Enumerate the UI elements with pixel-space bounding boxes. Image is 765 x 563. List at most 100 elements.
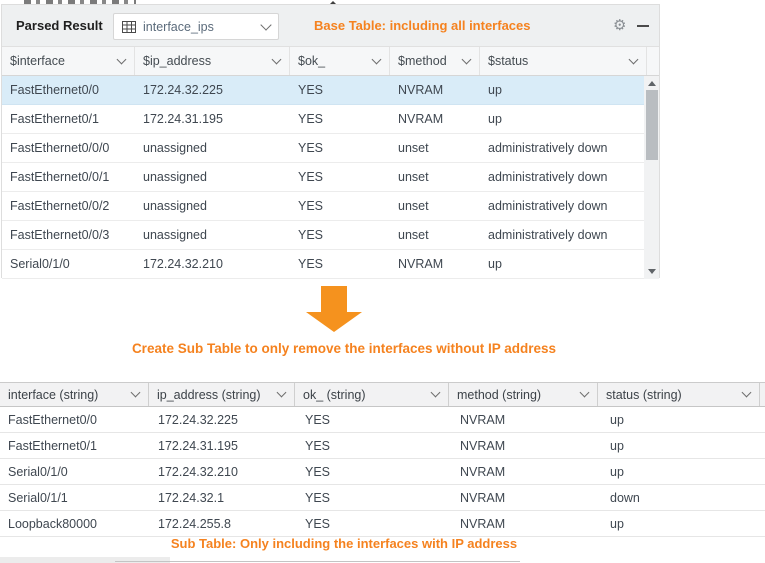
- table-row[interactable]: FastEthernet0/0/1 unassigned YES unset a…: [2, 163, 659, 192]
- window-edge-fragment: [115, 561, 520, 562]
- chevron-down-icon[interactable]: [117, 54, 127, 64]
- panel-title: Parsed Result: [16, 5, 103, 47]
- scrollbar-thumb[interactable]: [646, 90, 658, 160]
- table-grid-icon: [122, 21, 136, 33]
- column-header-label: status (string): [606, 388, 682, 402]
- column-header-ok[interactable]: $ok_: [290, 47, 390, 75]
- cell: 172.24.32.210: [150, 459, 297, 484]
- table-row[interactable]: FastEthernet0/0/0 unassigned YES unset a…: [2, 134, 659, 163]
- cell: Serial0/1/0: [0, 459, 150, 484]
- chevron-down-icon[interactable]: [629, 54, 639, 64]
- table-row[interactable]: FastEthernet0/0/3 unassigned YES unset a…: [2, 221, 659, 250]
- cell: FastEthernet0/0/2: [2, 192, 135, 220]
- cell: NVRAM: [452, 459, 602, 484]
- cell: 172.24.255.8: [150, 511, 297, 536]
- column-header-label: interface (string): [8, 388, 98, 402]
- chevron-down-icon[interactable]: [131, 388, 141, 398]
- cell: YES: [290, 76, 390, 104]
- cell: Serial0/1/0: [2, 250, 135, 278]
- cell: administratively down: [480, 221, 647, 249]
- chevron-down-icon[interactable]: [742, 388, 752, 398]
- minimize-icon[interactable]: [637, 25, 649, 27]
- column-header-label: $status: [488, 54, 528, 68]
- cell: 172.24.32.210: [135, 250, 290, 278]
- base-table-annotation: Base Table: including all interfaces: [314, 18, 531, 33]
- chevron-down-icon[interactable]: [580, 388, 590, 398]
- column-header-ip-address[interactable]: ip_address (string): [148, 383, 295, 406]
- cell: FastEthernet0/0: [0, 407, 150, 432]
- chevron-down-icon[interactable]: [372, 54, 382, 64]
- table-row[interactable]: Serial0/1/0 172.24.32.210 YES NVRAM up: [2, 250, 659, 279]
- cell: NVRAM: [390, 250, 480, 278]
- cell: YES: [297, 407, 452, 432]
- table-row[interactable]: FastEthernet0/0/2 unassigned YES unset a…: [2, 192, 659, 221]
- gear-icon[interactable]: ⚙: [613, 18, 626, 33]
- down-arrow-icon: [306, 312, 362, 332]
- cell: FastEthernet0/1: [2, 105, 135, 133]
- panel-toolbar: Parsed Result interface_ips Base Table: …: [2, 5, 659, 47]
- cell: unassigned: [135, 163, 290, 191]
- cell: NVRAM: [390, 105, 480, 133]
- cell: FastEthernet0/0: [2, 76, 135, 104]
- cell: unset: [390, 221, 480, 249]
- cell: unset: [390, 192, 480, 220]
- column-header-label: ok_ (string): [303, 388, 366, 402]
- cell: up: [480, 105, 647, 133]
- scroll-down-icon[interactable]: [648, 269, 656, 274]
- table-row[interactable]: Serial0/1/1 172.24.32.1 YES NVRAM down: [0, 485, 765, 511]
- column-header-ok[interactable]: ok_ (string): [294, 383, 449, 406]
- chevron-down-icon[interactable]: [431, 388, 441, 398]
- cell: YES: [290, 192, 390, 220]
- cell: NVRAM: [452, 433, 602, 458]
- base-table-body: FastEthernet0/0 172.24.32.225 YES NVRAM …: [2, 76, 659, 279]
- cell: up: [602, 407, 765, 432]
- cell: up: [602, 459, 765, 484]
- cell: unassigned: [135, 221, 290, 249]
- cell: 172.24.31.195: [150, 433, 297, 458]
- table-row[interactable]: Serial0/1/0 172.24.32.210 YES NVRAM up: [0, 459, 765, 485]
- create-sub-table-annotation: Create Sub Table to only remove the inte…: [0, 341, 688, 356]
- cell: NVRAM: [390, 76, 480, 104]
- scroll-up-icon[interactable]: [648, 81, 656, 86]
- cell: NVRAM: [452, 511, 602, 536]
- cell: 172.24.32.225: [150, 407, 297, 432]
- cell: unset: [390, 163, 480, 191]
- base-table-header: $interface $ip_address $ok_ $method $sta…: [2, 47, 659, 76]
- table-row[interactable]: FastEthernet0/1 172.24.31.195 YES NVRAM …: [0, 433, 765, 459]
- sub-table-header: interface (string) ip_address (string) o…: [0, 382, 765, 407]
- cell: YES: [290, 250, 390, 278]
- vertical-scrollbar[interactable]: [644, 76, 659, 279]
- column-header-status[interactable]: $status: [480, 47, 647, 75]
- cell: YES: [297, 485, 452, 510]
- header-scrollbar-spacer: [647, 47, 659, 75]
- chevron-down-icon[interactable]: [277, 388, 287, 398]
- chevron-down-icon: [260, 19, 271, 30]
- down-arrow-shaft: [321, 286, 347, 312]
- cell: up: [480, 76, 647, 104]
- table-row[interactable]: FastEthernet0/0 172.24.32.225 YES NVRAM …: [0, 407, 765, 433]
- table-row[interactable]: FastEthernet0/0 172.24.32.225 YES NVRAM …: [2, 76, 659, 105]
- column-header-status[interactable]: status (string): [597, 383, 760, 406]
- column-header-interface[interactable]: interface (string): [0, 383, 149, 406]
- parsed-result-panel: Parsed Result interface_ips Base Table: …: [1, 4, 660, 278]
- column-header-method[interactable]: $method: [390, 47, 480, 75]
- table-selector-value: interface_ips: [143, 20, 262, 34]
- column-header-ip-address[interactable]: $ip_address: [135, 47, 290, 75]
- cell: Loopback80000: [0, 511, 150, 536]
- cell: FastEthernet0/0/3: [2, 221, 135, 249]
- cell: down: [602, 485, 765, 510]
- table-row[interactable]: Loopback80000 172.24.255.8 YES NVRAM up: [0, 511, 765, 537]
- column-header-interface[interactable]: $interface: [2, 47, 135, 75]
- chevron-down-icon[interactable]: [272, 54, 282, 64]
- chevron-down-icon[interactable]: [462, 54, 472, 64]
- column-header-method[interactable]: method (string): [448, 383, 598, 406]
- table-selector-dropdown[interactable]: interface_ips: [113, 13, 279, 40]
- cell: 172.24.32.225: [135, 76, 290, 104]
- cell: up: [602, 433, 765, 458]
- horizontal-scrollbar-fragment[interactable]: [0, 557, 170, 563]
- table-row[interactable]: FastEthernet0/1 172.24.31.195 YES NVRAM …: [2, 105, 659, 134]
- cell: YES: [290, 163, 390, 191]
- cell: FastEthernet0/1: [0, 433, 150, 458]
- cell: YES: [290, 105, 390, 133]
- cell: administratively down: [480, 134, 647, 162]
